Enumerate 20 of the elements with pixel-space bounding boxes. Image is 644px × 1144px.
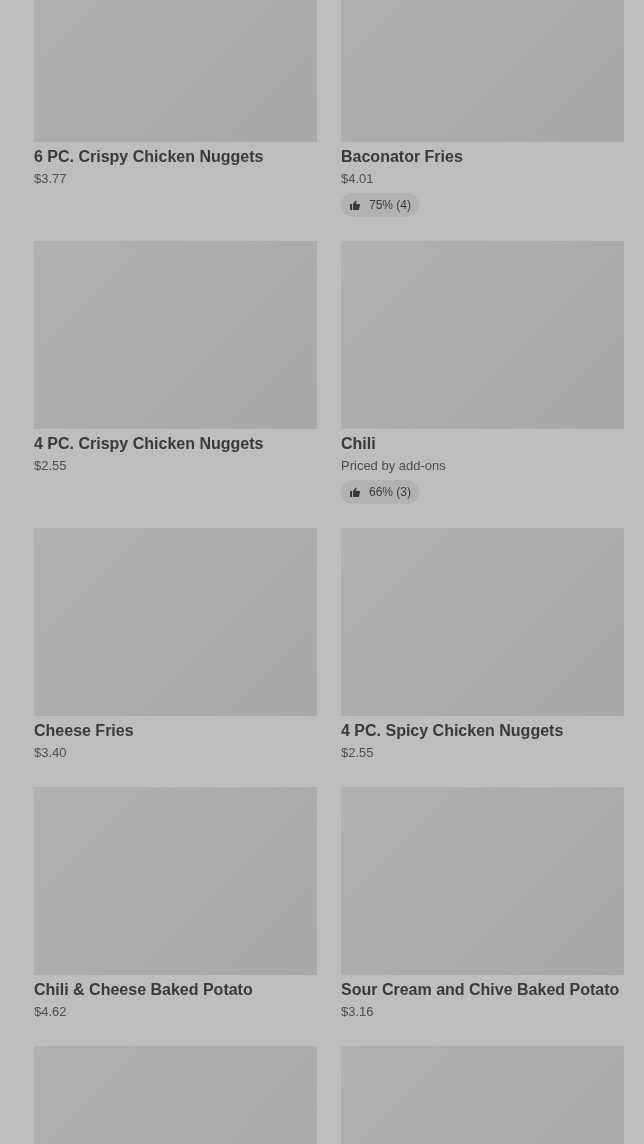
item-price: $2.55 [34, 457, 67, 475]
item-price: $3.77 [34, 170, 67, 188]
item-name[interactable]: 4 PC. Crispy Chicken Nuggets [34, 429, 264, 455]
thumbs-up-icon [349, 199, 361, 211]
item-name[interactable]: 6 PC. Crispy Chicken Nuggets [34, 142, 264, 168]
item-name[interactable]: Cheese Fries [34, 716, 134, 742]
item-price: $4.01 [341, 170, 374, 188]
item-name[interactable]: 4 PC. Spicy Chicken Nuggets [341, 716, 564, 742]
item-name[interactable]: Baconator Fries [341, 142, 463, 168]
item-price: $2.55 [341, 744, 374, 762]
item-name[interactable]: Chili & Cheese Baked Potato [34, 975, 253, 1001]
rating-text: 66% (3) [369, 484, 412, 501]
item-price: Priced by add-ons [341, 457, 446, 475]
thumbs-up-icon [349, 486, 361, 498]
item-price: $3.40 [34, 744, 67, 762]
item-name[interactable]: Sour Cream and Chive Baked Potato [341, 975, 620, 1001]
item-price: $3.16 [341, 1003, 374, 1021]
item-name[interactable]: Chili [341, 429, 376, 455]
rating-text: 75% (4) [369, 197, 412, 214]
item-price: $4.62 [34, 1003, 67, 1021]
